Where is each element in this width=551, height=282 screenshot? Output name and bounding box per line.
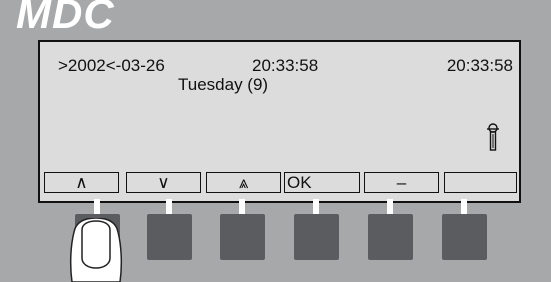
- softkey-ok-label: OK: [287, 173, 312, 192]
- thermometer-icon: [487, 123, 499, 151]
- hardware-button-5[interactable]: [368, 214, 413, 260]
- connector-5: [387, 199, 393, 215]
- hardware-button-2[interactable]: [147, 214, 192, 260]
- lcd-display: >2002<-03-26 20:33:58 20:33:58 Tuesday (…: [38, 40, 521, 203]
- connector-4: [313, 199, 319, 215]
- softkey-down[interactable]: ∨: [126, 172, 201, 193]
- softkey-minus[interactable]: –: [364, 172, 439, 193]
- date-value: >2002<-03-26: [58, 56, 165, 75]
- hardware-button-3[interactable]: [220, 214, 265, 260]
- softkey-blank[interactable]: [444, 172, 517, 193]
- up-caret-icon: ∧: [75, 173, 88, 192]
- double-up-caret-icon: ⩓: [238, 173, 249, 192]
- finger-pointer-icon: [69, 218, 123, 282]
- softkey-page-up[interactable]: ⩓: [206, 172, 281, 193]
- connector-2: [166, 199, 172, 215]
- softkey-bar: ∧ ∨ ⩓ OK –: [44, 172, 517, 193]
- connector-3: [239, 199, 245, 215]
- connector-6: [461, 199, 467, 215]
- softkey-minus-label: –: [396, 173, 407, 192]
- down-caret-icon: ∨: [157, 173, 170, 192]
- current-time: 20:33:58: [252, 56, 319, 75]
- softkey-up[interactable]: ∧: [44, 172, 119, 193]
- weekday-label: Tuesday (9): [178, 75, 269, 94]
- hardware-button-6[interactable]: [442, 214, 487, 260]
- clock-time: 20:33:58: [446, 56, 513, 75]
- softkey-ok[interactable]: OK: [284, 172, 360, 193]
- connector-1: [94, 199, 100, 215]
- brand-logo: MDC: [16, 0, 115, 37]
- hardware-button-4[interactable]: [294, 214, 339, 260]
